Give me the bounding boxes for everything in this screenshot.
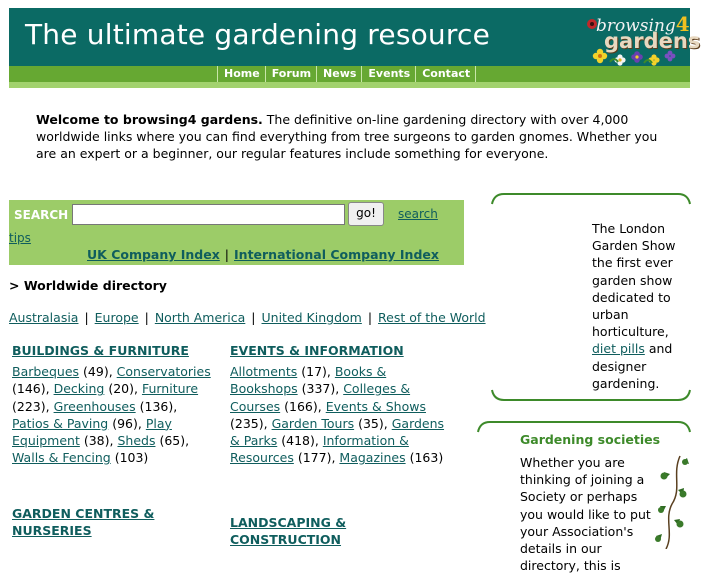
search-input[interactable] xyxy=(72,204,345,225)
category-link[interactable]: Barbeques xyxy=(12,364,79,379)
region-link-north-america[interactable]: North America xyxy=(155,310,246,325)
category-link[interactable]: Allotments xyxy=(230,364,297,379)
category-link[interactable]: Patios & Paving xyxy=(12,416,108,431)
category-heading[interactable]: GARDEN CENTRES & NURSERIES xyxy=(12,505,182,539)
intl-company-index-link[interactable]: International Company Index xyxy=(234,247,439,262)
category-count: (96) xyxy=(112,415,138,431)
promo-text: The London Garden Show the first ever ga… xyxy=(592,220,682,392)
category-link[interactable]: Greenhouses xyxy=(54,399,136,414)
societies-panel: Gardening societies Whether you are thin… xyxy=(476,418,692,573)
nav-divider xyxy=(9,82,690,88)
societies-text: Whether you are thinking of joining a So… xyxy=(520,455,651,574)
category-link[interactable]: Walls & Fencing xyxy=(12,450,111,465)
search-label: SEARCH xyxy=(14,208,69,222)
category-link[interactable]: Conservatories xyxy=(117,364,211,379)
region-separator: | xyxy=(251,310,256,325)
region-separator: | xyxy=(84,310,89,325)
category-link[interactable]: Decking xyxy=(54,381,105,396)
search-tips-link-cont[interactable]: tips xyxy=(9,231,31,245)
promo-panel: The London Garden Show the first ever ga… xyxy=(490,192,692,402)
category-landscaping: LANDSCAPING & CONSTRUCTION xyxy=(230,514,460,552)
nav-home[interactable]: Home xyxy=(217,66,265,82)
region-separator: | xyxy=(367,310,373,325)
nav-news[interactable]: News xyxy=(316,66,361,82)
site-header: The ultimate gardening resource browsing… xyxy=(9,8,700,66)
category-events-information: EVENTS & INFORMATION Allotments (17), Bo… xyxy=(230,342,452,466)
category-buildings-furniture: BUILDINGS & FURNITURE Barbeques (49), Co… xyxy=(12,342,217,466)
category-link[interactable]: Furniture xyxy=(142,381,198,396)
category-count: (17) xyxy=(301,364,327,380)
category-count: (65) xyxy=(159,433,186,449)
category-count: (166) xyxy=(284,398,318,414)
category-count: (163) xyxy=(409,450,444,466)
category-link[interactable]: Events & Shows xyxy=(326,399,426,414)
index-separator: | xyxy=(224,247,230,262)
category-count: (136) xyxy=(139,398,174,414)
logo-wordmark-bottom: gardens xyxy=(604,29,701,53)
welcome-heading: Welcome to browsing4 gardens. xyxy=(36,112,263,127)
uk-company-index-link[interactable]: UK Company Index xyxy=(87,247,220,262)
category-count: (49) xyxy=(83,364,109,380)
societies-title: Gardening societies xyxy=(520,432,661,447)
region-link-rest-of-world[interactable]: Rest of the World xyxy=(378,310,486,325)
category-count: (103) xyxy=(114,450,149,466)
site-title: The ultimate gardening resource xyxy=(25,18,491,51)
category-count: (337) xyxy=(301,381,336,397)
nav-contact[interactable]: Contact xyxy=(415,66,477,82)
promo-link[interactable]: diet pills xyxy=(592,341,645,356)
search-go-button[interactable]: go! xyxy=(348,202,384,226)
nav-events[interactable]: Events xyxy=(361,66,415,82)
site-logo[interactable]: browsing4 gardens xyxy=(582,10,700,66)
category-link[interactable]: Magazines xyxy=(339,450,405,465)
category-heading[interactable]: EVENTS & INFORMATION xyxy=(230,342,452,359)
category-link[interactable]: Garden Tours xyxy=(272,416,355,431)
region-link-europe[interactable]: Europe xyxy=(95,310,139,325)
region-links: Australasia | Europe | North America | U… xyxy=(9,310,486,325)
category-link[interactable]: Sheds xyxy=(117,433,155,448)
region-separator: | xyxy=(144,310,149,325)
category-heading[interactable]: BUILDINGS & FURNITURE xyxy=(12,342,217,359)
nav-forum[interactable]: Forum xyxy=(264,66,316,82)
category-garden-centres: GARDEN CENTRES & NURSERIES xyxy=(12,505,182,543)
category-count: (35) xyxy=(358,415,384,431)
category-count: (223) xyxy=(12,398,46,414)
category-count: (235) xyxy=(230,415,264,431)
main-nav: Home Forum News Events Contact xyxy=(9,66,690,82)
search-tips-link[interactable]: search xyxy=(398,207,438,221)
category-count: (177) xyxy=(297,450,332,466)
directory-breadcrumb: > Worldwide directory xyxy=(9,278,167,293)
category-count: (418) xyxy=(281,433,315,449)
search-panel: SEARCH go! search tips UK Company Index |… xyxy=(9,200,464,265)
category-count: (146) xyxy=(12,381,46,397)
region-link-united-kingdom[interactable]: United Kingdom xyxy=(262,310,362,325)
region-link-australasia[interactable]: Australasia xyxy=(9,310,78,325)
welcome-text: Welcome to browsing4 gardens. The defini… xyxy=(36,111,676,162)
category-count: (38) xyxy=(83,433,110,449)
category-count: (20) xyxy=(108,381,134,397)
company-index-links: UK Company Index | International Company I… xyxy=(87,247,439,262)
category-heading[interactable]: LANDSCAPING & CONSTRUCTION xyxy=(230,514,460,548)
promo-body: The London Garden Show the first ever ga… xyxy=(592,221,676,340)
